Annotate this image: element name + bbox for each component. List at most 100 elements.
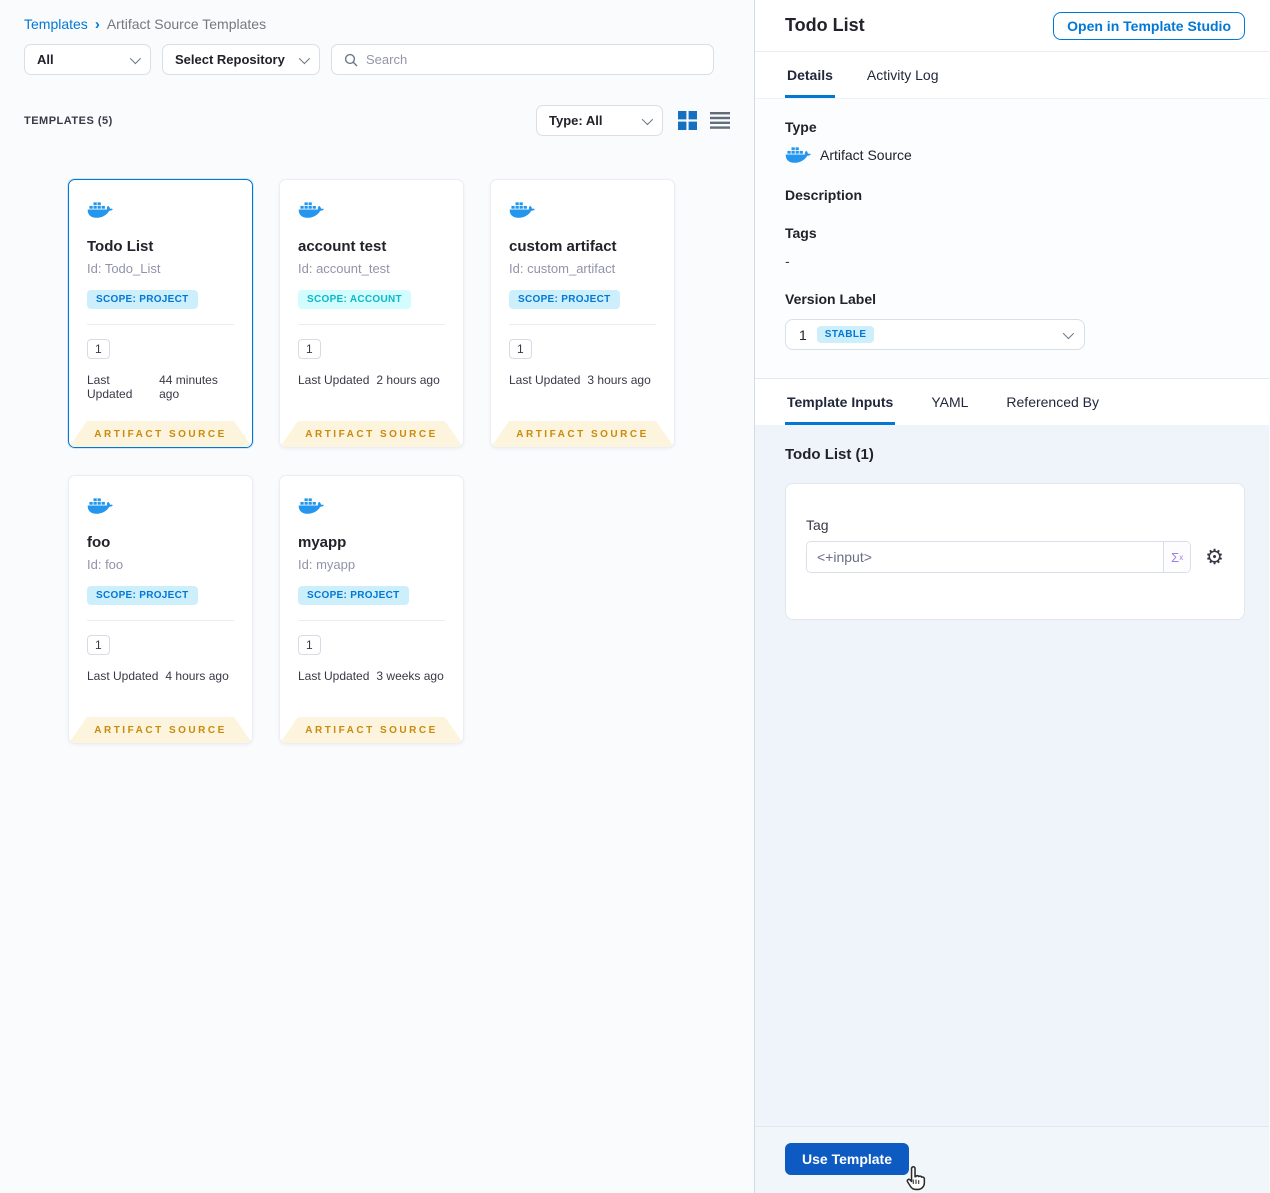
- docker-icon: [509, 202, 535, 218]
- topbar: Templates › Artifact Source Templates Al…: [0, 0, 754, 75]
- scope-badge: SCOPE: PROJECT: [87, 290, 198, 309]
- template-card-account-test[interactable]: account test Id: account_test SCOPE: ACC…: [279, 179, 464, 448]
- tab-referenced-by[interactable]: Referenced By: [1004, 379, 1101, 425]
- type-filter-value: Type: All: [549, 113, 603, 128]
- divider: [509, 324, 656, 325]
- type-label: Type: [785, 119, 817, 135]
- version-value: 1: [799, 326, 807, 343]
- grid-view-icon[interactable]: [678, 111, 697, 130]
- divider: [298, 620, 445, 621]
- expression-sigma-icon[interactable]: Σx: [1163, 542, 1191, 572]
- last-updated: Last Updated 2 hours ago: [298, 373, 445, 387]
- docker-icon: [298, 202, 324, 218]
- list-view-icon[interactable]: [710, 112, 730, 129]
- tab-template-inputs[interactable]: Template Inputs: [785, 379, 896, 425]
- breadcrumb-templates-link[interactable]: Templates: [24, 16, 88, 32]
- chevron-down-icon: [641, 113, 654, 125]
- use-template-button[interactable]: Use Template: [785, 1143, 909, 1175]
- artifact-source-ribbon: ARTIFACT SOURCE: [491, 421, 674, 447]
- last-updated: Last Updated 3 weeks ago: [298, 669, 445, 683]
- card-id: Id: account_test: [298, 261, 390, 276]
- last-updated-value: 2 hours ago: [376, 373, 440, 387]
- version-count-chip: 1: [87, 635, 110, 655]
- scope-filter-select[interactable]: All: [24, 44, 151, 75]
- panel-title: Todo List: [785, 15, 865, 35]
- template-inputs-section: Todo List (1) Tag Σx ⚙: [755, 425, 1269, 1126]
- breadcrumb-chevron-icon: ›: [94, 15, 100, 33]
- type-value: Artifact Source: [820, 147, 912, 163]
- open-in-template-studio-button[interactable]: Open in Template Studio: [1053, 11, 1245, 40]
- last-updated-value: 4 hours ago: [165, 669, 229, 683]
- search-input[interactable]: [366, 52, 701, 67]
- card-id: Id: myapp: [298, 557, 356, 572]
- last-updated-label: Last Updated: [87, 373, 133, 401]
- card-title: Todo List: [87, 238, 154, 255]
- last-updated-value: 3 hours ago: [587, 373, 651, 387]
- list-header: TEMPLATES (5) Type: All: [0, 105, 754, 136]
- tag-input-card: Tag Σx ⚙: [785, 483, 1245, 620]
- scope-badge: SCOPE: PROJECT: [87, 586, 198, 605]
- last-updated-label: Last Updated: [87, 669, 159, 683]
- template-card-custom-artifact[interactable]: custom artifact Id: custom_artifact SCOP…: [490, 179, 675, 448]
- version-label: Version Label: [785, 291, 877, 307]
- version-count-chip: 1: [509, 339, 532, 359]
- last-updated-value: 44 minutes ago: [159, 373, 218, 401]
- template-card-todo-list[interactable]: Todo List Id: Todo_List SCOPE: PROJECT 1…: [68, 179, 253, 448]
- scope-filter-value: All: [37, 52, 54, 67]
- card-title: custom artifact: [509, 238, 617, 255]
- scope-badge: SCOPE: PROJECT: [509, 290, 620, 309]
- tab-activity-log[interactable]: Activity Log: [865, 52, 941, 98]
- last-updated: Last Updated 44 minutes ago: [87, 373, 234, 401]
- version-count-chip: 1: [298, 635, 321, 655]
- card-title: myapp: [298, 534, 347, 551]
- template-cards-grid: Todo List Id: Todo_List SCOPE: PROJECT 1…: [0, 136, 707, 744]
- docker-icon: [87, 498, 113, 514]
- scope-badge: SCOPE: ACCOUNT: [298, 290, 411, 309]
- chevron-down-icon: [1062, 327, 1075, 339]
- last-updated-label: Last Updated: [509, 373, 581, 387]
- divider: [87, 620, 234, 621]
- details-section: Type Artifact Source Description Tags - …: [755, 99, 1269, 379]
- template-card-foo[interactable]: foo Id: foo SCOPE: PROJECT 1 Last Update…: [68, 475, 253, 744]
- templates-count: TEMPLATES (5): [24, 114, 113, 127]
- repository-filter-value: Select Repository: [175, 52, 285, 67]
- panel-header: Todo List Open in Template Studio: [755, 0, 1269, 52]
- description-label: Description: [785, 187, 863, 203]
- docker-icon: [298, 498, 324, 514]
- panel-tabs: Details Activity Log: [755, 52, 1269, 99]
- stable-badge: STABLE: [816, 326, 875, 343]
- template-card-myapp[interactable]: myapp Id: myapp SCOPE: PROJECT 1 Last Up…: [279, 475, 464, 744]
- inputs-title: Todo List (1): [785, 446, 874, 463]
- docker-icon: [785, 147, 811, 163]
- breadcrumb-current-page: Artifact Source Templates: [106, 16, 267, 32]
- panel-footer: Use Template: [755, 1126, 1269, 1193]
- repository-filter-select[interactable]: Select Repository: [162, 44, 320, 75]
- card-id: Id: custom_artifact: [509, 261, 616, 276]
- artifact-source-ribbon: ARTIFACT SOURCE: [280, 717, 463, 743]
- card-title: account test: [298, 238, 387, 255]
- search-icon: [344, 53, 358, 66]
- breadcrumb: Templates › Artifact Source Templates: [24, 16, 730, 32]
- search-box[interactable]: [331, 44, 714, 75]
- docker-icon: [87, 202, 113, 218]
- chevron-down-icon: [298, 52, 311, 64]
- type-filter-select[interactable]: Type: All: [536, 105, 663, 136]
- divider: [298, 324, 445, 325]
- last-updated: Last Updated 3 hours ago: [509, 373, 656, 387]
- tab-details[interactable]: Details: [785, 52, 835, 98]
- version-count-chip: 1: [87, 339, 110, 359]
- version-select[interactable]: 1 STABLE: [785, 319, 1085, 350]
- gear-icon[interactable]: ⚙: [1205, 547, 1224, 568]
- templates-list-panel: Templates › Artifact Source Templates Al…: [0, 0, 755, 1193]
- card-title: foo: [87, 534, 111, 551]
- last-updated-label: Last Updated: [298, 669, 370, 683]
- filter-row: All Select Repository: [24, 44, 730, 75]
- last-updated-value: 3 weeks ago: [376, 669, 444, 683]
- tags-label: Tags: [785, 225, 817, 241]
- divider: [87, 324, 234, 325]
- last-updated-label: Last Updated: [298, 373, 370, 387]
- tags-value: -: [785, 253, 790, 269]
- card-id: Id: Todo_List: [87, 261, 161, 276]
- tag-input[interactable]: [807, 542, 1164, 572]
- tab-yaml[interactable]: YAML: [929, 379, 970, 425]
